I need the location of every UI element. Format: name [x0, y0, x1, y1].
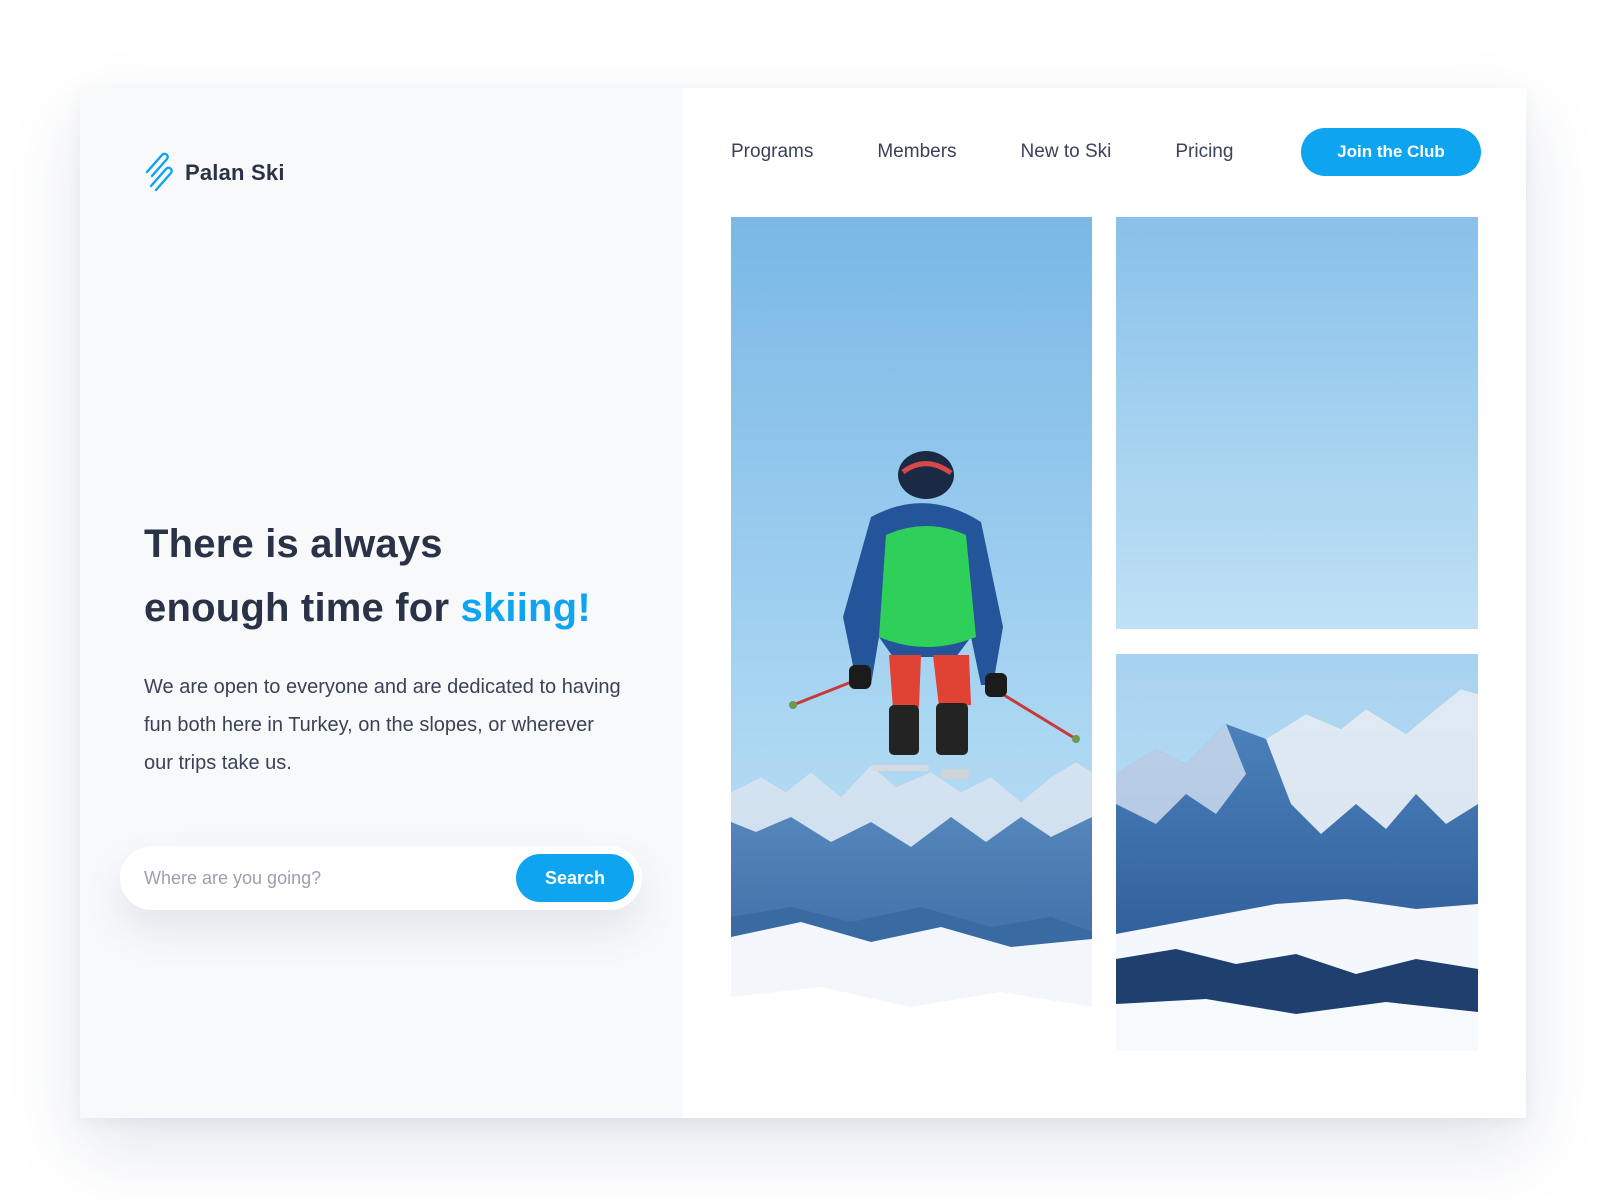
double-slash-skis-icon	[145, 152, 173, 192]
clear-blue-sky-photo	[1116, 217, 1478, 629]
brand-name: Palan Ski	[185, 160, 285, 185]
skier-jumping-over-mountains-photo	[731, 217, 1092, 1051]
snowy-mountain-range-photo	[1116, 654, 1478, 1051]
headline-line-2: enough time for	[144, 586, 461, 630]
brand-logo[interactable]: Palan Ski	[143, 150, 285, 196]
nav-link-new-to-ski[interactable]: New to Ski	[1021, 141, 1112, 163]
hero-description: We are open to everyone and are dedicate…	[144, 676, 621, 774]
gallery-panel: Programs Members New to Ski Pricing Join…	[683, 88, 1526, 1118]
hero-panel: Palan Ski There is always enough time fo…	[80, 88, 683, 1118]
landing-card: Palan Ski There is always enough time fo…	[80, 88, 1526, 1118]
search-bar: Search	[120, 846, 642, 910]
headline-accent: skiing!	[460, 586, 591, 630]
hero-headline: There is always enough time for skiing!	[144, 512, 664, 640]
headline-line-1: There is always	[144, 522, 443, 566]
nav-link-pricing[interactable]: Pricing	[1175, 141, 1233, 163]
join-club-button[interactable]: Join the Club	[1301, 128, 1481, 176]
search-input[interactable]	[144, 846, 504, 910]
main-nav: Programs Members New to Ski Pricing Join…	[731, 128, 1481, 176]
nav-link-members[interactable]: Members	[877, 141, 956, 163]
search-button[interactable]: Search	[516, 854, 634, 902]
nav-link-programs[interactable]: Programs	[731, 141, 813, 163]
